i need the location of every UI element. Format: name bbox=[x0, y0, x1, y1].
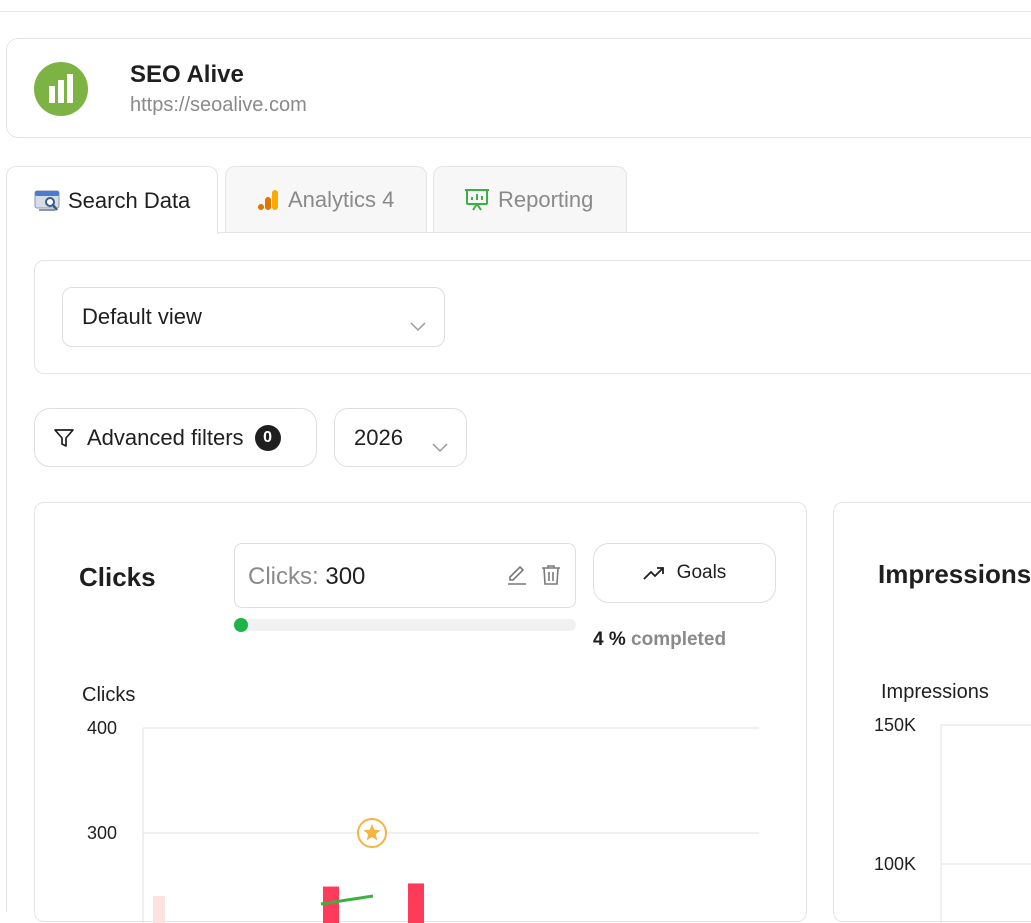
advanced-filters-button[interactable]: Advanced filters 0 bbox=[34, 408, 317, 467]
filter-count-badge: 0 bbox=[254, 424, 281, 451]
clicks-card: Clicks Clicks: 300 Goals 4 % completed C… bbox=[34, 502, 807, 923]
advanced-filters-label: Advanced filters bbox=[87, 424, 244, 450]
site-card: SEO Alive https://seoalive.com bbox=[6, 38, 1031, 138]
site-logo bbox=[34, 62, 88, 116]
view-select-value: Default view bbox=[82, 304, 202, 329]
site-url[interactable]: https://seoalive.com bbox=[130, 94, 307, 117]
tab-label: Analytics 4 bbox=[288, 186, 395, 212]
presentation-icon bbox=[464, 188, 490, 212]
top-divider bbox=[0, 11, 1031, 12]
analytics-icon bbox=[256, 188, 280, 212]
bar bbox=[153, 896, 165, 923]
tab-label: Search Data bbox=[68, 187, 191, 213]
bar-chart-logo-icon bbox=[34, 62, 88, 116]
tab-search-data[interactable]: Search Data bbox=[6, 166, 218, 234]
clicks-chart bbox=[142, 727, 759, 923]
impressions-card: Impressions Impressions 150K 100K bbox=[833, 502, 1031, 923]
tabs-divider bbox=[217, 232, 1031, 233]
filter-icon bbox=[53, 427, 75, 449]
search-console-icon bbox=[34, 190, 60, 212]
content-border bbox=[6, 232, 7, 912]
chevron-down-icon bbox=[410, 312, 426, 338]
view-card: Default view bbox=[34, 260, 1031, 374]
bar bbox=[408, 883, 424, 923]
impressions-chart bbox=[940, 724, 1031, 923]
tab-analytics-4[interactable]: Analytics 4 bbox=[225, 166, 427, 232]
chevron-down-icon bbox=[432, 433, 448, 459]
site-name: SEO Alive bbox=[130, 61, 244, 88]
view-select[interactable]: Default view bbox=[62, 287, 445, 347]
year-select[interactable]: 2026 bbox=[334, 408, 467, 467]
tab-reporting[interactable]: Reporting bbox=[433, 166, 627, 232]
year-select-value: 2026 bbox=[354, 424, 403, 450]
tab-label: Reporting bbox=[498, 186, 594, 212]
